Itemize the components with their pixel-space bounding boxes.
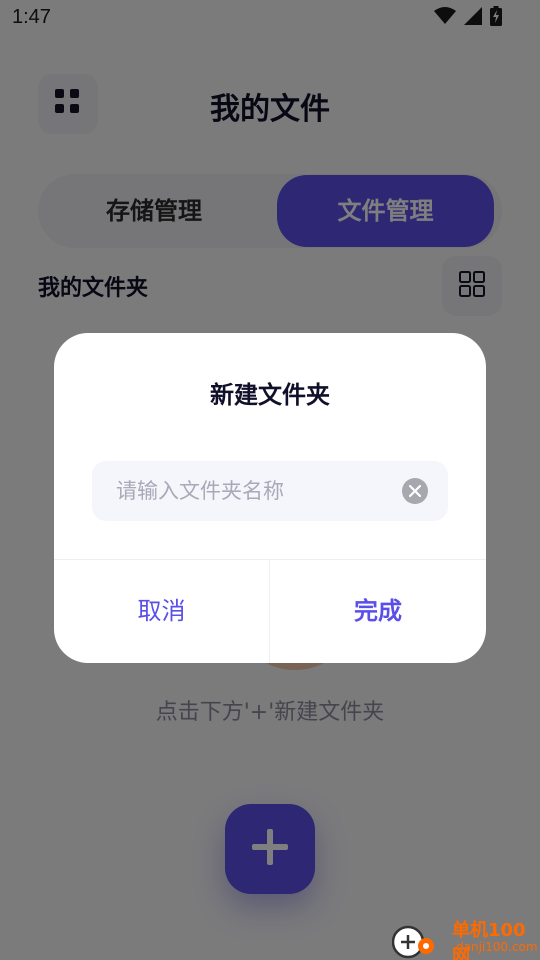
- cancel-button[interactable]: 取消: [54, 560, 269, 663]
- clear-icon: [408, 482, 422, 501]
- confirm-button[interactable]: 完成: [270, 560, 486, 663]
- folder-name-input[interactable]: [92, 461, 448, 521]
- dialog-title: 新建文件夹: [210, 381, 330, 409]
- watermark: 单机100网 danji100.com: [390, 912, 540, 960]
- watermark-url: danji100.com: [456, 940, 538, 954]
- watermark-logo-icon: [391, 918, 434, 960]
- clear-input-button[interactable]: [402, 478, 428, 504]
- new-folder-dialog: 新建文件夹 取消 完成: [54, 333, 486, 663]
